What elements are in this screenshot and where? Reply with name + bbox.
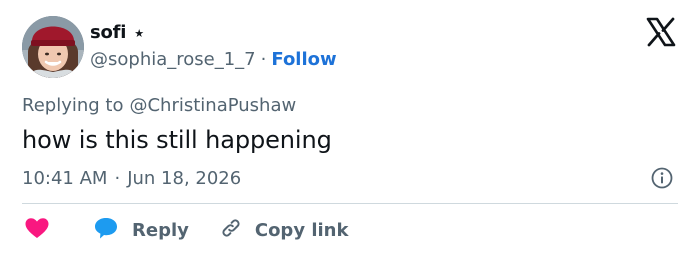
handle-separator: · <box>260 48 267 70</box>
author-name-row: sofi ★ <box>90 20 144 44</box>
follow-button[interactable]: Follow <box>271 49 336 70</box>
copy-link-label: Copy link <box>254 219 349 241</box>
x-logo-icon[interactable] <box>646 17 676 47</box>
link-icon <box>219 216 243 244</box>
speech-bubble-icon <box>92 214 120 246</box>
divider <box>22 203 678 204</box>
info-icon[interactable] <box>650 166 674 190</box>
copy-link-button[interactable]: Copy link <box>219 216 349 244</box>
reply-context-target[interactable]: @ChristinaPushaw <box>129 95 296 116</box>
reply-label: Reply <box>132 219 189 241</box>
reply-button[interactable]: Reply <box>92 214 189 246</box>
tweet-time: 10:41 AM <box>22 167 108 189</box>
reply-context: Replying to @ChristinaPushaw <box>22 93 296 117</box>
embedded-tweet-card: sofi ★ @sophia_rose_1_7 · Follow Replyin… <box>0 0 700 256</box>
author-name[interactable]: sofi <box>90 22 126 43</box>
author-handle-row: @sophia_rose_1_7 · Follow <box>90 47 337 71</box>
action-bar: Reply Copy link <box>22 215 348 245</box>
author-handle[interactable]: @sophia_rose_1_7 <box>90 49 256 70</box>
like-button[interactable] <box>22 215 52 245</box>
heart-icon <box>22 213 52 247</box>
tweet-text: how is this still happening <box>22 126 332 154</box>
timestamp-separator: · <box>114 167 121 189</box>
star-icon: ★ <box>134 26 145 40</box>
reply-context-prefix: Replying to <box>22 94 124 116</box>
avatar-photo <box>22 16 84 78</box>
author-avatar[interactable] <box>22 16 84 78</box>
tweet-date: Jun 18, 2026 <box>127 167 242 189</box>
tweet-timestamp[interactable]: 10:41 AM · Jun 18, 2026 <box>22 165 241 191</box>
